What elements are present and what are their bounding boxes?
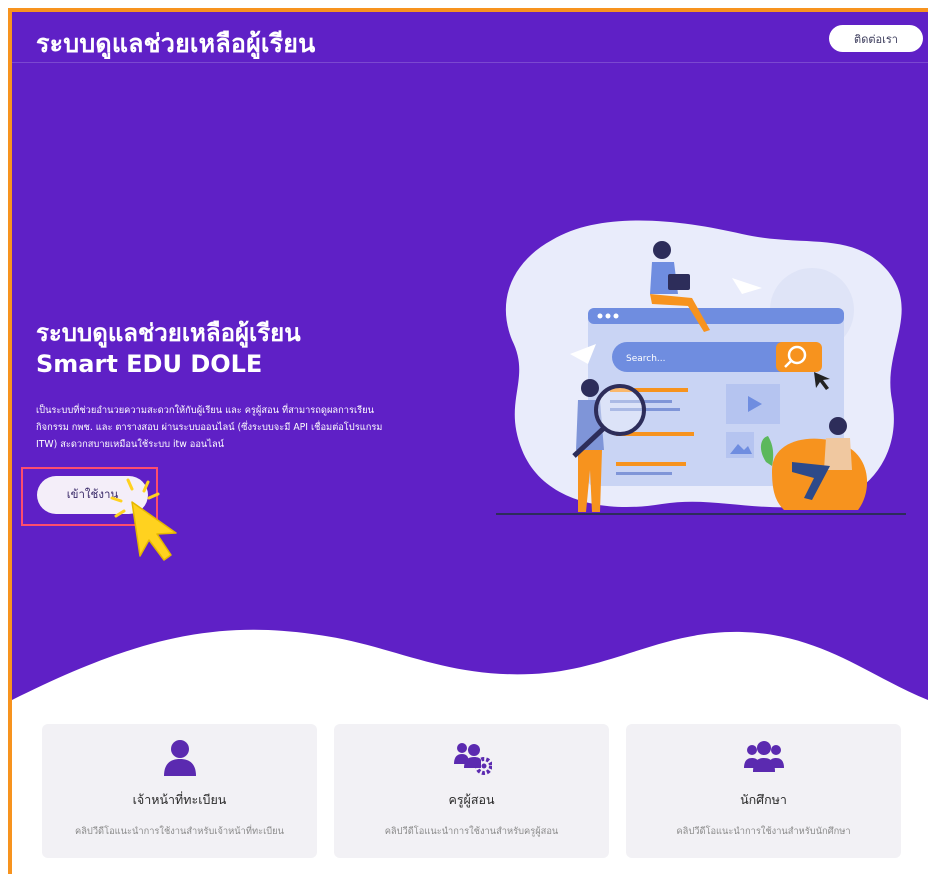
card-subtitle: คลิปวีดีโอแนะนำการใช้งานสำหรับครูผู้สอน	[384, 826, 559, 837]
hero-desc-line1: เป็นระบบที่ช่วยอำนวยความสะดวกให้กับผู้เร…	[36, 405, 374, 416]
card-subtitle: คลิปวีดีโอแนะนำการใช้งานสำหรับนักศึกษา	[676, 826, 851, 837]
click-cursor-icon	[110, 478, 177, 561]
card-title: นักศึกษา	[740, 792, 787, 807]
card-title: ครูผู้สอน	[448, 792, 495, 807]
card-student[interactable]: นักศึกษา คลิปวีดีโอแนะนำการใช้งานสำหรับน…	[626, 724, 901, 858]
illus-search-text: Search...	[626, 354, 666, 364]
hero-desc-line2: กิจกรรม กพช. และ ตารางสอบ ผ่านระบบออนไลน…	[36, 422, 383, 433]
hero-wave	[12, 629, 928, 720]
frame-border-top	[8, 8, 928, 12]
hero-title-line2: Smart EDU DOLE	[36, 350, 263, 378]
hero-title-line1: ระบบดูแลช่วยเหลือผู้เรียน	[36, 319, 301, 347]
contact-button[interactable]: ติดต่อเรา	[829, 25, 923, 52]
page: ระบบดูแลช่วยเหลือผู้เรียน ติดต่อเรา ระบบ…	[0, 0, 928, 874]
user-icon	[164, 740, 196, 776]
users-group-icon	[744, 741, 784, 772]
hero-illustration: Search...	[496, 220, 906, 515]
card-registrar[interactable]: เจ้าหน้าที่ทะเบียน คลิปวีดีโอแนะนำการใช้…	[42, 724, 317, 858]
frame-border-left	[8, 8, 12, 874]
hero-title: ระบบดูแลช่วยเหลือผู้เรียน Smart EDU DOLE	[36, 318, 301, 380]
teacher-gear-icon	[454, 743, 492, 775]
card-title: เจ้าหน้าที่ทะเบียน	[132, 792, 227, 807]
laptop-icon	[668, 274, 690, 290]
role-cards: เจ้าหน้าที่ทะเบียน คลิปวีดีโอแนะนำการใช้…	[42, 724, 902, 860]
hero-description: เป็นระบบที่ช่วยอำนวยความสะดวกให้กับผู้เร…	[36, 402, 446, 453]
card-subtitle: คลิปวีดีโอแนะนำการใช้งานสำหรับเจ้าหน้าที…	[75, 826, 284, 837]
card-teacher[interactable]: ครูผู้สอน คลิปวีดีโอแนะนำการใช้งานสำหรับ…	[334, 724, 609, 858]
site-brand[interactable]: ระบบดูแลช่วยเหลือผู้เรียน	[36, 24, 315, 64]
hero-desc-line3: ITW) สะดวกสบายเหมือนใช้ระบบ itw ออนไลน์	[36, 439, 224, 450]
